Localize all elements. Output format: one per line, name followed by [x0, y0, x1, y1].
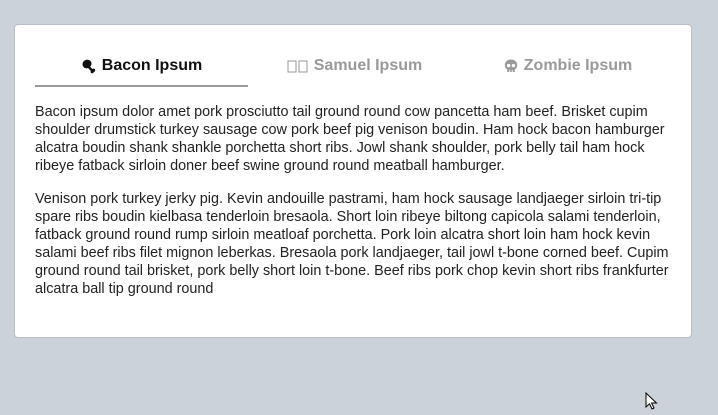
content-paragraph: Venison pork turkey jerky pig. Kevin and… — [35, 191, 669, 297]
mouse-cursor-icon — [645, 391, 659, 410]
drumstick-icon — [81, 58, 97, 74]
tab-bar: Bacon Ipsum Samuel Ipsum Zombie Ipsum — [35, 49, 675, 89]
tab-zombie-ipsum[interactable]: Zombie Ipsum — [461, 49, 674, 87]
skull-icon — [503, 58, 519, 74]
tab-bacon-ipsum[interactable]: Bacon Ipsum — [35, 49, 248, 87]
tab-panel-card: Bacon Ipsum Samuel Ipsum Zombie Ipsum Ba… — [14, 24, 692, 338]
tab-label: Bacon Ipsum — [101, 57, 203, 74]
tab-content: Bacon ipsum dolor amet pork prosciutto t… — [35, 103, 675, 313]
missing-glyph-icon — [287, 58, 309, 74]
tab-label: Zombie Ipsum — [523, 57, 633, 74]
content-paragraph: Bacon ipsum dolor amet pork prosciutto t… — [35, 104, 665, 174]
tab-label: Samuel Ipsum — [313, 57, 423, 74]
tab-samuel-ipsum[interactable]: Samuel Ipsum — [248, 49, 461, 87]
